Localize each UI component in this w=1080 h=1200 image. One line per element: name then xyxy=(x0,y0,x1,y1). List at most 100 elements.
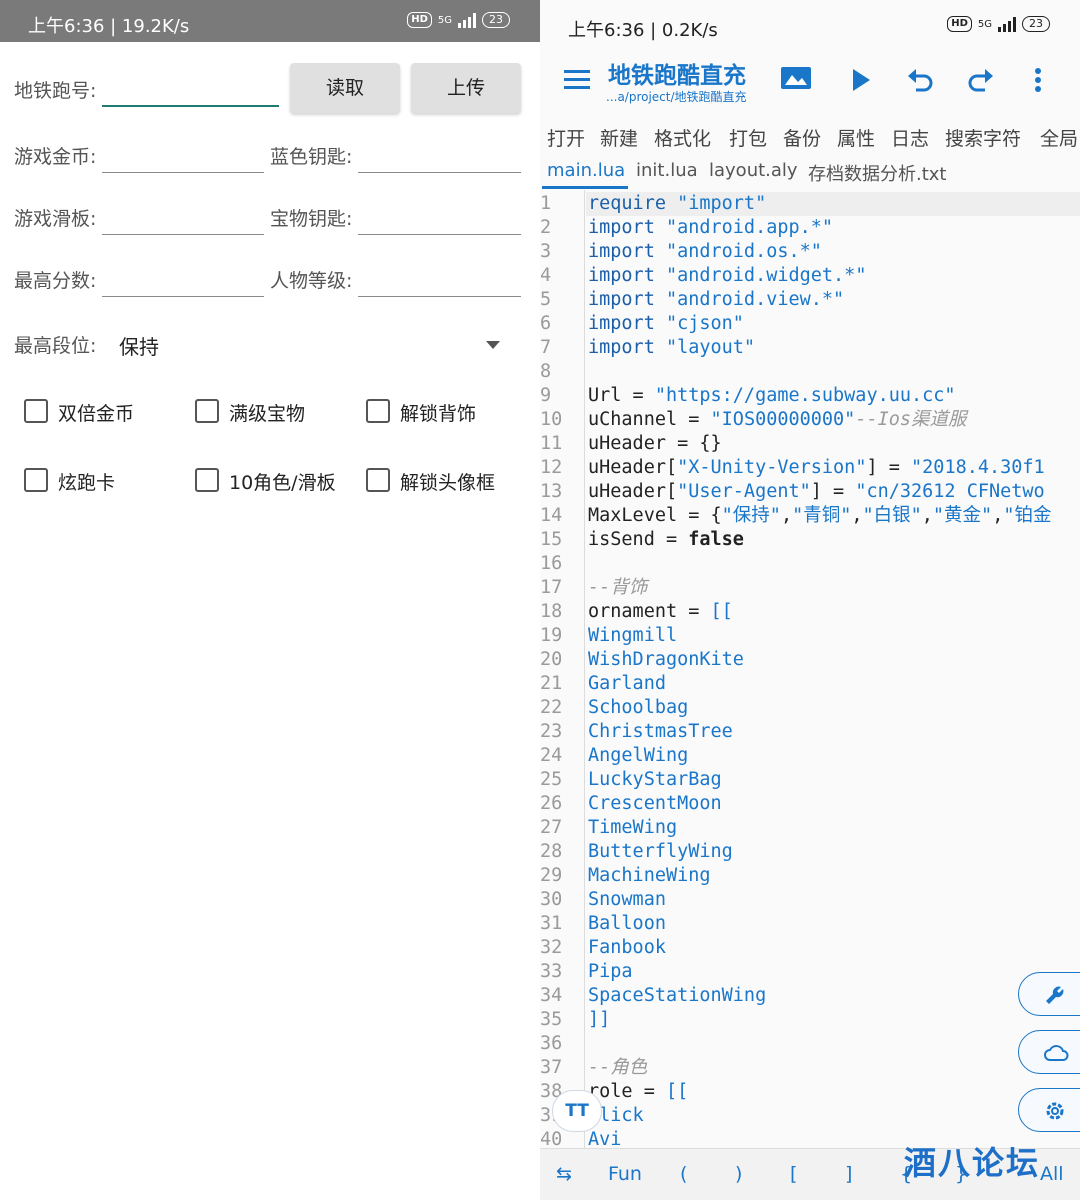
status-time: 上午6:36 | 0.2K/s xyxy=(568,20,718,41)
code-line: 27 TimeWing xyxy=(540,816,1080,840)
menu-log[interactable]: 日志 xyxy=(891,124,929,151)
code-line: 6 import "cjson" xyxy=(540,312,1080,336)
treasure-keys-input[interactable] xyxy=(358,234,521,235)
checkbox-label: 满级宝物 xyxy=(229,403,306,425)
code-text: uHeader = {} xyxy=(588,433,722,454)
code-line: 36 xyxy=(540,1032,1080,1056)
checkbox-10-roles[interactable] xyxy=(195,468,219,492)
status-bar: 上午6:36 | 0.2K/s HD 5G 23 xyxy=(540,0,1080,50)
blue-keys-input[interactable] xyxy=(358,172,521,173)
settings-fab[interactable] xyxy=(1018,1088,1080,1132)
code-line: 13 uHeader["User-Agent"] = "cn/32612 CFNe… xyxy=(540,480,1080,504)
line-number: 29 xyxy=(540,865,563,886)
code-editor-pane: 上午6:36 | 0.2K/s HD 5G 23 地铁跑酷直充 ...a/pro… xyxy=(540,0,1080,1200)
dropdown-arrow-icon xyxy=(486,341,500,349)
checkbox-double-coins[interactable] xyxy=(24,399,48,423)
code-text: ChristmasTree xyxy=(588,721,733,742)
coins-input[interactable] xyxy=(102,172,264,173)
font-size-button[interactable]: TT xyxy=(552,1090,602,1132)
checkbox-label: 双倍金币 xyxy=(58,403,135,425)
line-number: 34 xyxy=(540,985,563,1006)
menu-new[interactable]: 新建 xyxy=(600,124,638,151)
menu-global[interactable]: 全局 xyxy=(1040,124,1078,151)
menu-properties[interactable]: 属性 xyxy=(837,124,875,151)
tab-save-analysis[interactable]: 存档数据分析.txt xyxy=(808,160,947,186)
code-text: Balloon xyxy=(588,913,666,934)
menu-pack[interactable]: 打包 xyxy=(729,124,767,151)
rank-value: 保持 xyxy=(119,335,159,359)
checkbox-run-card[interactable] xyxy=(24,468,48,492)
checkbox-label: 炫跑卡 xyxy=(58,472,116,494)
checkbox-label: 解锁背饰 xyxy=(400,403,477,425)
tools-fab[interactable] xyxy=(1018,972,1080,1016)
undo-icon[interactable] xyxy=(904,64,940,96)
code-line: 31 Balloon xyxy=(540,912,1080,936)
symbol-all[interactable]: All xyxy=(1040,1163,1064,1185)
run-icon[interactable] xyxy=(844,64,880,96)
upload-button[interactable]: 上传 xyxy=(411,63,521,113)
char-level-input[interactable] xyxy=(358,296,521,297)
battery-icon: 23 xyxy=(1022,16,1050,32)
menu-open[interactable]: 打开 xyxy=(547,124,585,151)
app-bar: 地铁跑酷直充 ...a/project/地铁跑酷直充 xyxy=(540,50,1080,112)
signal-icon xyxy=(458,12,476,28)
boards-input[interactable] xyxy=(102,234,264,235)
checkbox-max-treasure[interactable] xyxy=(195,399,219,423)
line-number: 2 xyxy=(540,217,552,238)
tab-init-lua[interactable]: init.lua xyxy=(636,160,698,181)
code-editor[interactable]: 1 require "import" 2 import "android.app.*"… xyxy=(540,190,1080,1148)
more-vert-icon[interactable] xyxy=(1030,64,1066,96)
cloud-icon xyxy=(1044,1045,1069,1061)
symbol-fun[interactable]: Fun xyxy=(608,1163,642,1185)
menu-backup[interactable]: 备份 xyxy=(783,124,821,151)
rank-spinner[interactable]: 保持 xyxy=(110,322,510,366)
read-button[interactable]: 读取 xyxy=(290,63,400,113)
project-path: ...a/project/地铁跑酷直充 xyxy=(606,90,747,104)
indent-icon[interactable]: ⇆ xyxy=(556,1163,572,1185)
high-score-input[interactable] xyxy=(102,296,264,297)
code-text: uHeader["X-Unity-Version"] = "2018.4.30f… xyxy=(588,457,1045,478)
cloud-fab[interactable] xyxy=(1018,1030,1080,1074)
code-text: Avi xyxy=(588,1129,622,1148)
code-line: 24 AngelWing xyxy=(540,744,1080,768)
code-line: 3 import "android.os.*" xyxy=(540,240,1080,264)
code-text: SpaceStationWing xyxy=(588,985,767,1006)
code-line: 26 CrescentMoon xyxy=(540,792,1080,816)
code-line: 19 Wingmill xyxy=(540,624,1080,648)
redo-icon[interactable] xyxy=(965,64,1001,96)
menu-format[interactable]: 格式化 xyxy=(654,124,711,151)
line-number: 10 xyxy=(540,409,563,430)
code-text: import "android.app.*" xyxy=(588,217,834,238)
line-number: 36 xyxy=(540,1033,563,1054)
line-number: 30 xyxy=(540,889,563,910)
image-icon[interactable] xyxy=(780,64,816,96)
line-number: 21 xyxy=(540,673,563,694)
line-number: 23 xyxy=(540,721,563,742)
symbol-bracket-close[interactable]: ] xyxy=(845,1163,852,1185)
line-number: 11 xyxy=(540,433,563,454)
tab-main-lua[interactable]: main.lua xyxy=(547,160,625,181)
line-number: 19 xyxy=(540,625,563,646)
menu-search[interactable]: 搜索字符 xyxy=(945,124,1021,151)
line-number: 6 xyxy=(540,313,552,334)
line-number: 13 xyxy=(540,481,563,502)
symbol-paren-close[interactable]: ) xyxy=(735,1163,742,1185)
code-text: isSend = false xyxy=(588,529,744,550)
checkbox-unlock-avatar-frame[interactable] xyxy=(366,468,390,492)
checkbox-unlock-ornament[interactable] xyxy=(366,399,390,423)
file-tabs: main.lua init.lua layout.aly 存档数据分析.txt xyxy=(540,156,1080,190)
symbol-bracket-open[interactable]: [ xyxy=(790,1163,797,1185)
menu-icon[interactable] xyxy=(564,70,590,90)
subway-id-input[interactable] xyxy=(102,105,279,107)
hd-icon: HD xyxy=(947,16,972,32)
symbol-paren-open[interactable]: ( xyxy=(680,1163,687,1185)
code-line: 12 uHeader["X-Unity-Version"] = "2018.4.3… xyxy=(540,456,1080,480)
form-app-pane: 上午6:36 | 19.2K/s HD 5G 23 地铁跑号: 读取 上传 游戏… xyxy=(0,0,540,1200)
line-number: 16 xyxy=(540,553,563,574)
line-number: 22 xyxy=(540,697,563,718)
code-line: 23 ChristmasTree xyxy=(540,720,1080,744)
line-number: 35 xyxy=(540,1009,563,1030)
tab-layout-aly[interactable]: layout.aly xyxy=(709,160,798,181)
blue-keys-label: 蓝色钥匙: xyxy=(270,146,353,168)
high-score-label: 最高分数: xyxy=(14,270,97,292)
